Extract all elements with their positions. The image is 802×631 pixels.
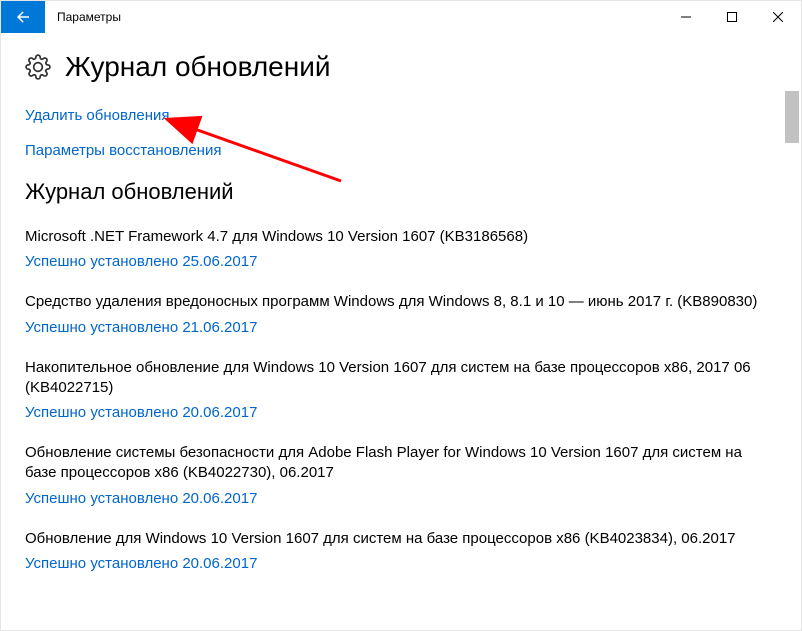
maximize-icon — [727, 12, 737, 22]
minimize-icon — [681, 12, 691, 22]
maximize-button[interactable] — [709, 1, 755, 33]
update-title: Обновление системы безопасности для Adob… — [25, 443, 777, 484]
titlebar: Параметры — [1, 1, 801, 33]
update-status[interactable]: Успешно установлено 20.06.2017 — [25, 490, 777, 507]
arrow-left-icon — [14, 8, 32, 26]
update-item: Обновление системы безопасности для Adob… — [25, 443, 777, 507]
page-header: Журнал обновлений — [25, 51, 777, 83]
update-item: Обновление для Windows 10 Version 1607 д… — [25, 529, 777, 572]
update-status[interactable]: Успешно установлено 25.06.2017 — [25, 253, 777, 270]
update-title: Обновление для Windows 10 Version 1607 д… — [25, 529, 777, 549]
section-heading: Журнал обновлений — [25, 179, 777, 205]
close-icon — [773, 12, 783, 22]
window-title: Параметры — [45, 1, 121, 33]
update-status[interactable]: Успешно установлено 20.06.2017 — [25, 555, 777, 572]
back-button[interactable] — [1, 1, 45, 33]
update-title: Накопительное обновление для Windows 10 … — [25, 358, 777, 399]
update-status[interactable]: Успешно установлено 20.06.2017 — [25, 404, 777, 421]
uninstall-updates-link[interactable]: Удалить обновления — [25, 107, 777, 124]
update-status[interactable]: Успешно установлено 21.06.2017 — [25, 319, 777, 336]
update-item: Средство удаления вредоносных программ W… — [25, 292, 777, 335]
content-area: Журнал обновлений Удалить обновления Пар… — [1, 33, 801, 630]
gear-icon — [25, 54, 51, 80]
page-title: Журнал обновлений — [65, 51, 330, 83]
update-title: Средство удаления вредоносных программ W… — [25, 292, 777, 312]
update-title: Microsoft .NET Framework 4.7 для Windows… — [25, 227, 777, 247]
close-button[interactable] — [755, 1, 801, 33]
recovery-options-link[interactable]: Параметры восстановления — [25, 142, 777, 159]
scrollbar-thumb[interactable] — [785, 91, 799, 143]
update-item: Microsoft .NET Framework 4.7 для Windows… — [25, 227, 777, 270]
update-item: Накопительное обновление для Windows 10 … — [25, 358, 777, 422]
minimize-button[interactable] — [663, 1, 709, 33]
